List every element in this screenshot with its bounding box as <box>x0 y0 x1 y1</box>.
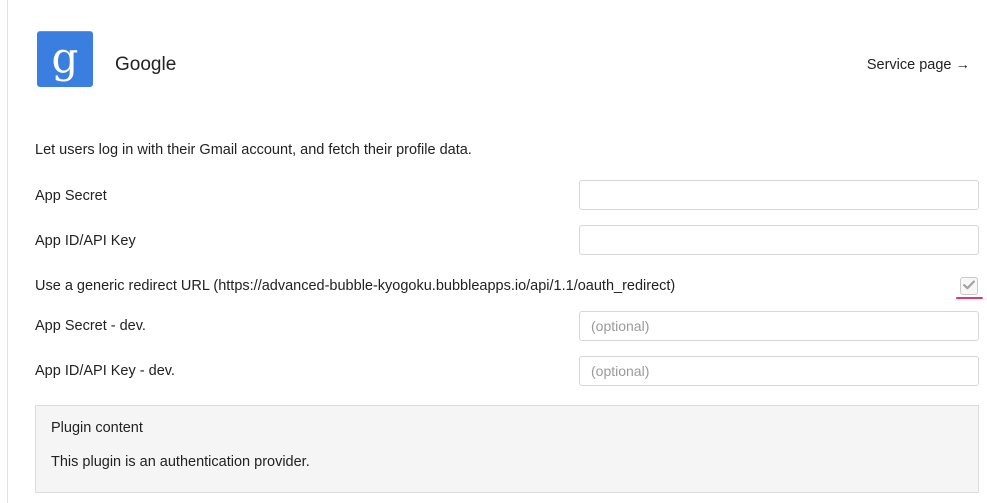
app-id-label: App ID/API Key <box>35 233 136 249</box>
service-page-link[interactable]: Service page → <box>867 57 970 73</box>
app-secret-dev-label: App Secret - dev. <box>35 318 146 334</box>
plugin-content-panel: Plugin content This plugin is an authent… <box>35 405 979 493</box>
plugin-content-title: Plugin content <box>51 420 143 436</box>
checkbox-highlight-underline <box>956 297 983 299</box>
app-secret-dev-input[interactable] <box>579 311 979 341</box>
google-logo: g <box>37 31 93 87</box>
app-secret-label: App Secret <box>35 188 107 204</box>
plugin-content-text: This plugin is an authentication provide… <box>51 454 310 470</box>
generic-redirect-label: Use a generic redirect URL (https://adva… <box>35 278 676 294</box>
app-id-dev-input[interactable] <box>579 356 979 386</box>
google-g-icon: g <box>45 36 85 84</box>
plugin-description: Let users log in with their Gmail accoun… <box>35 142 472 158</box>
app-secret-input[interactable] <box>579 180 979 210</box>
app-id-input[interactable] <box>579 225 979 255</box>
generic-redirect-checkbox[interactable] <box>960 277 978 295</box>
left-divider <box>7 0 8 503</box>
svg-text:g: g <box>52 36 79 82</box>
service-name: Google <box>115 54 177 75</box>
app-id-dev-label: App ID/API Key - dev. <box>35 363 175 379</box>
checkmark-icon <box>963 277 975 295</box>
